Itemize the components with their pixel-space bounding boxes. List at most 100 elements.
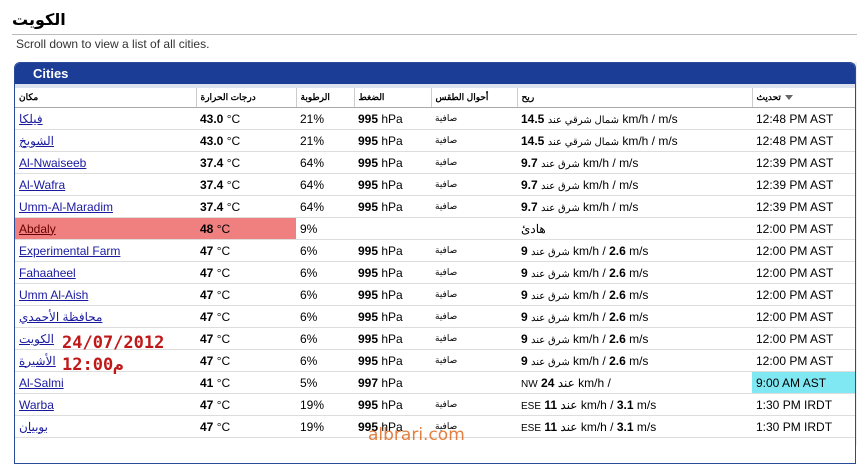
cell-temp: 43.0 °C — [196, 107, 296, 130]
temp-value: 47 — [200, 309, 214, 324]
cell-humidity: 64% — [296, 151, 354, 174]
wind-kmh-unit: km/h / — [573, 353, 606, 368]
wind-kmh: 9 — [521, 331, 528, 346]
city-link[interactable]: Al-Nwaiseeb — [19, 156, 86, 170]
temp-value: 47 — [200, 265, 214, 280]
temp-unit: °C — [226, 177, 241, 192]
cell-wind: شرق عند 9 km/h / 2.6 m/s — [517, 349, 752, 372]
wind-kmh: 9 — [521, 243, 528, 258]
cell-conditions: صافية — [431, 151, 517, 174]
cell-humidity: 6% — [296, 239, 354, 262]
city-link[interactable]: محافظة الأحمدي — [19, 310, 102, 324]
city-link[interactable]: Umm Al-Aish — [19, 288, 88, 302]
wind-kmh-unit: عند km/h / — [560, 397, 614, 412]
temp-unit: °C — [216, 331, 231, 346]
wind-direction: شرق عند — [531, 246, 570, 258]
city-link[interactable]: Abdaly — [19, 222, 56, 236]
column-header-pressure[interactable]: الضغط — [354, 88, 432, 108]
cell-pressure: 995 hPa — [354, 261, 431, 284]
wind-kmh-unit: km/h / — [583, 199, 616, 214]
cell-wind: شرق عند 9 km/h / 2.6 m/s — [517, 305, 752, 328]
cell-updated: 12:39 PM AST — [752, 195, 855, 218]
wind-kmh-unit: km/h / — [622, 133, 655, 148]
temp-unit: °C — [216, 265, 231, 280]
cell-temp: 47 °C — [196, 393, 296, 416]
wind-kmh-unit: هادئ — [521, 221, 546, 236]
cell-conditions: صافية — [431, 173, 517, 196]
cell-wind: شرق عند 9 km/h / 2.6 m/s — [517, 239, 752, 262]
sort-descending-icon[interactable] — [784, 95, 793, 101]
city-link[interactable]: Experimental Farm — [19, 244, 120, 258]
cell-conditions: صافية — [431, 349, 517, 372]
temp-value: 48 — [200, 221, 214, 236]
column-header-updated[interactable]: تحديث — [752, 88, 855, 108]
temp-value: 37.4 — [200, 177, 224, 192]
wind-ms-unit: m/s — [619, 177, 639, 192]
cell-conditions: صافية — [431, 393, 517, 416]
city-link[interactable]: Fahaaheel — [19, 266, 76, 280]
column-header-conditions[interactable]: أحوال الطقس — [431, 88, 518, 108]
city-link[interactable]: الكويت — [19, 332, 54, 346]
wind-kmh: 9.7 — [521, 177, 538, 192]
table-row: Warba 47 °C 19% 995 hPa صافية ESE 11 عند km/h… — [15, 393, 855, 416]
city-link[interactable]: بوبيان — [19, 420, 48, 434]
column-header-humidity[interactable]: الرطوبة — [296, 88, 355, 108]
cell-city: Abdaly — [15, 217, 196, 240]
wind-ms-unit: m/s — [629, 243, 649, 258]
column-header-temp[interactable]: درجات الحرارة — [196, 88, 297, 108]
wind-kmh-unit: km/h / — [573, 243, 606, 258]
cell-wind: NW 24 عند km/h / — [517, 371, 752, 394]
wind-direction: ESE — [521, 422, 542, 434]
cell-updated: 12:39 PM AST — [752, 173, 855, 196]
cell-pressure: 995 hPa — [354, 349, 431, 372]
city-link[interactable]: Warba — [19, 398, 54, 412]
wind-ms-unit: m/s — [629, 287, 649, 302]
wind-ms: 2.6 — [609, 243, 626, 258]
cell-city: Fahaaheel — [15, 261, 196, 284]
city-link[interactable]: Umm-Al-Maradim — [19, 200, 113, 214]
pressure-unit: hPa — [381, 199, 403, 214]
city-link[interactable]: فيلكا — [19, 112, 43, 126]
wind-kmh: 9 — [521, 353, 528, 368]
temp-value: 47 — [200, 397, 214, 412]
temp-unit: °C — [216, 353, 231, 368]
cell-wind: ESE 11 عند km/h / 3.1 m/s — [517, 415, 752, 438]
wind-ms-unit: m/s — [629, 331, 649, 346]
cell-pressure: 995 hPa — [354, 393, 431, 416]
cell-conditions: صافية — [431, 283, 517, 306]
stamp-time: 12:00م — [62, 355, 124, 375]
wind-ms: 2.6 — [609, 331, 626, 346]
column-header-wind[interactable]: ريح — [517, 88, 753, 108]
cell-wind: شمال شرقي عند 14.5 km/h / m/s — [517, 129, 752, 152]
wind-ms-unit: m/s — [629, 309, 649, 324]
pressure-unit: hPa — [381, 155, 403, 170]
wind-kmh-unit: km/h / — [583, 177, 616, 192]
wind-kmh: 11 — [544, 419, 558, 434]
cell-updated: 12:00 PM AST — [752, 327, 855, 350]
table-row: الشويخ 43.0 °C 21% 995 hPa صافية شمال شرقي عن… — [15, 129, 855, 152]
wind-ms: 3.1 — [616, 419, 634, 434]
temp-unit: °C — [226, 133, 241, 148]
cell-city: الشويخ — [15, 129, 196, 152]
wind-kmh-unit: km/h / — [573, 265, 606, 280]
table-row: Umm-Al-Maradim 37.4 °C 64% 995 hPa صافية شرق … — [15, 195, 855, 218]
city-link[interactable]: الشويخ — [19, 134, 54, 148]
city-link[interactable]: Al-Wafra — [19, 178, 65, 192]
pressure-value: 997 — [358, 375, 379, 390]
temp-value: 47 — [200, 331, 214, 346]
cell-pressure: 995 hPa — [354, 173, 431, 196]
cell-temp: 47 °C — [196, 261, 296, 284]
cell-city: Umm-Al-Maradim — [15, 195, 196, 218]
wind-direction: شرق عند — [531, 356, 570, 368]
cell-city: Umm Al-Aish — [15, 283, 196, 306]
cell-humidity: 9% — [296, 217, 354, 240]
city-link[interactable]: Al-Salmi — [19, 376, 64, 390]
watermark-text: albrari.com — [368, 425, 465, 445]
pressure-unit: hPa — [381, 353, 403, 368]
cell-wind: شرق عند 9 km/h / 2.6 m/s — [517, 327, 752, 350]
city-link[interactable]: الأشيرة — [19, 354, 56, 368]
cell-humidity: 5% — [296, 371, 354, 394]
wind-ms-unit: m/s — [658, 133, 678, 148]
wind-kmh: 11 — [544, 397, 558, 412]
column-header-city[interactable]: مكان — [15, 88, 197, 108]
